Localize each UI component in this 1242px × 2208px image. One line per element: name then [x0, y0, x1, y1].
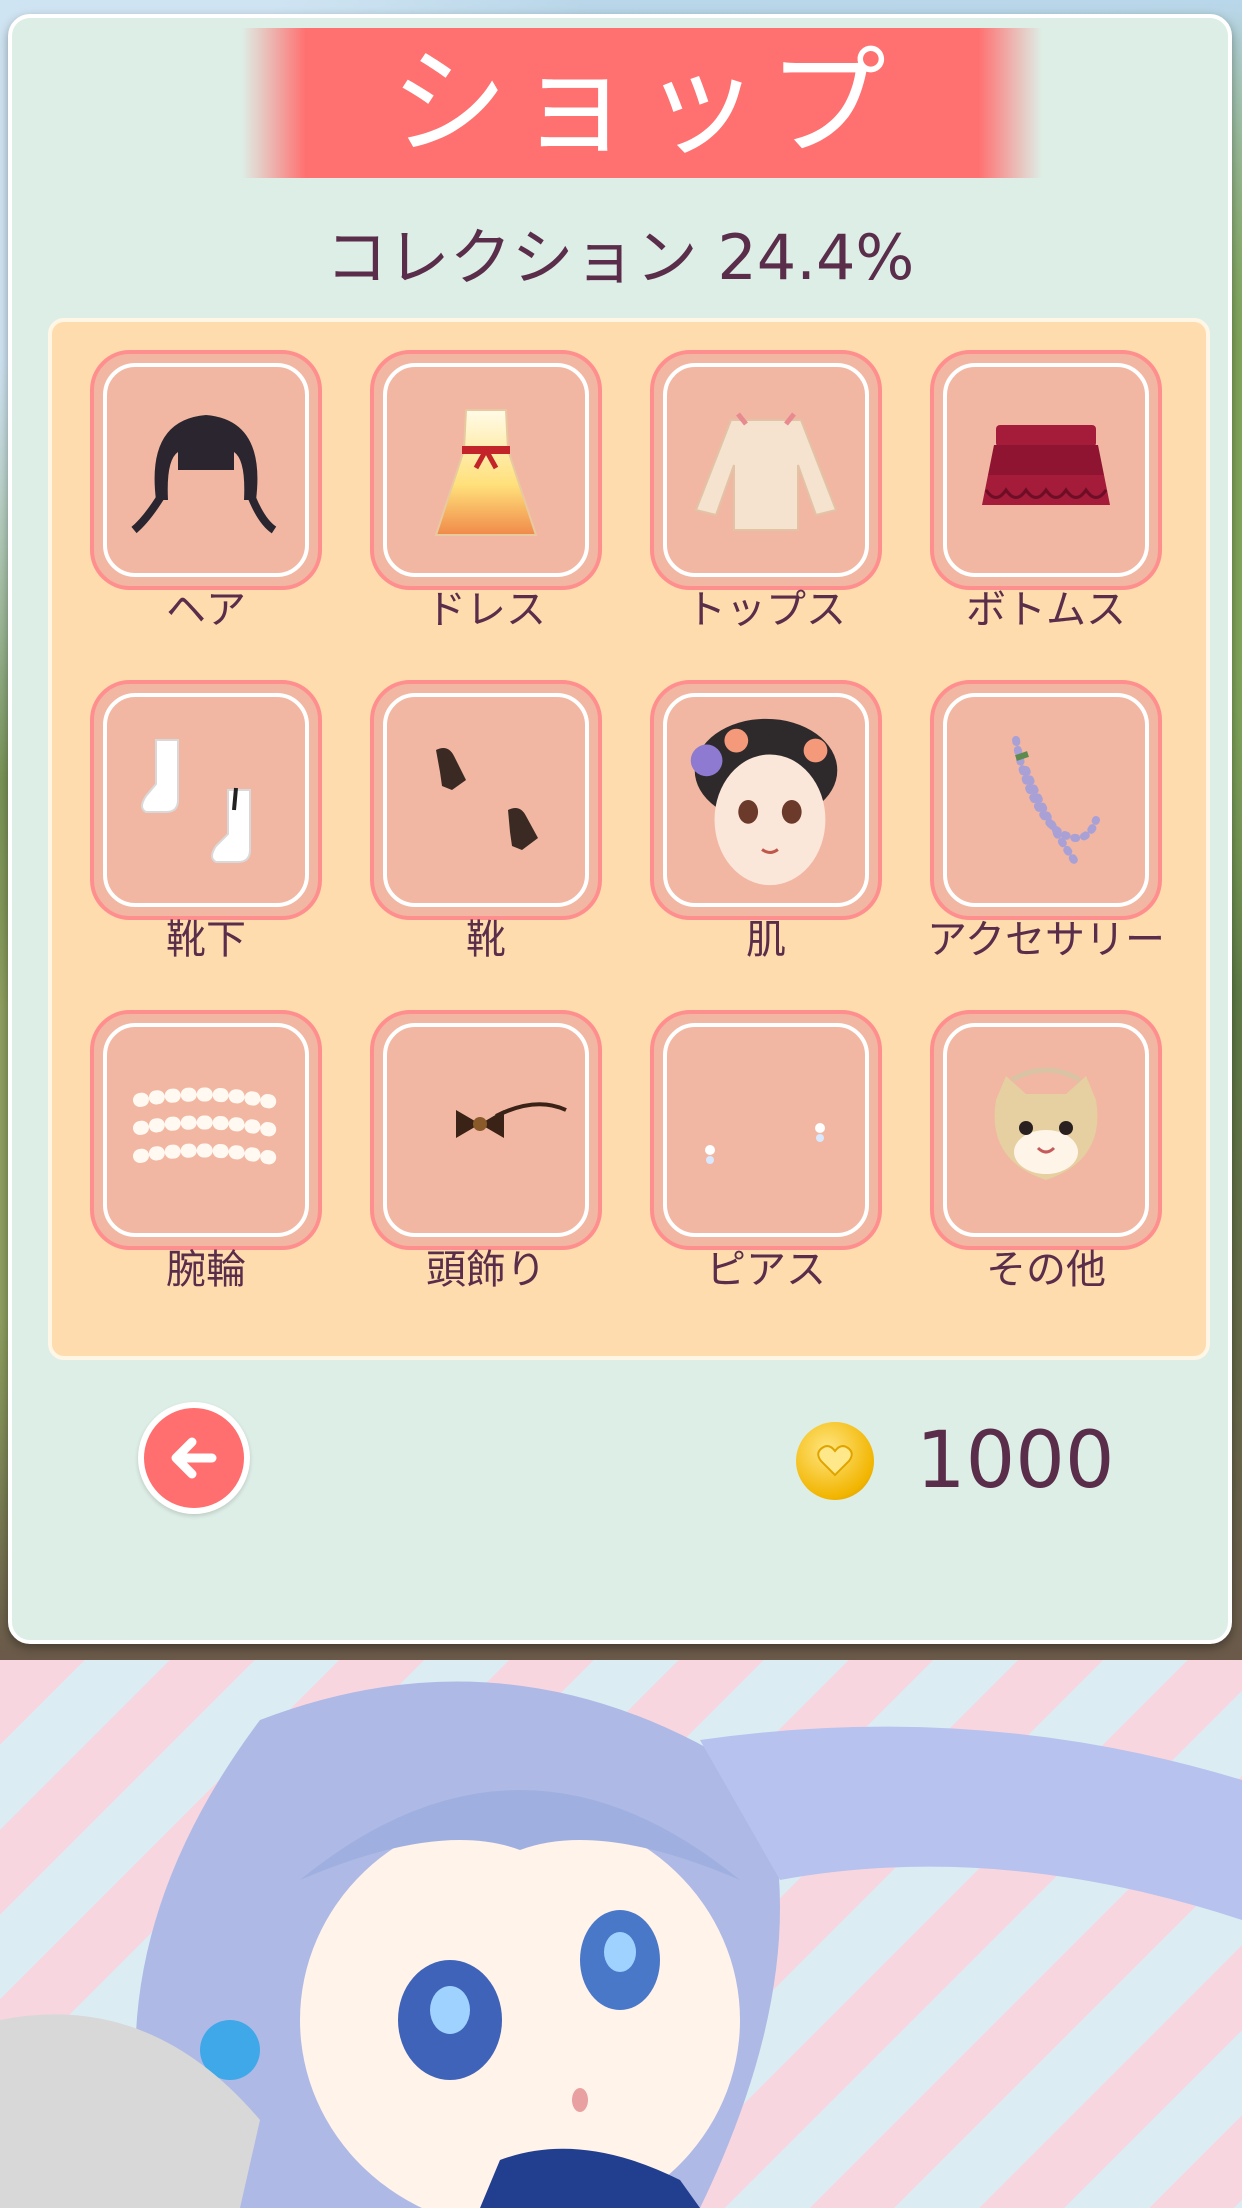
category-shoes[interactable]: 靴: [370, 680, 602, 1010]
hair-icon: [131, 415, 277, 534]
category-label: その他: [986, 1247, 1106, 1293]
category-other[interactable]: その他: [930, 1010, 1162, 1340]
category-dress[interactable]: ドレス: [370, 350, 602, 680]
back-button[interactable]: [138, 1402, 250, 1514]
page-title: ショップ: [389, 34, 894, 172]
category-label: 腕輪: [166, 1247, 246, 1293]
arrow-left-icon: [171, 1437, 217, 1479]
category-label: 肌: [746, 917, 786, 963]
skirt-icon: [982, 425, 1110, 505]
category-label: ボトムス: [966, 587, 1126, 633]
tops-icon: [694, 412, 838, 531]
shoes-icon: [436, 748, 538, 850]
category-label: ピアス: [706, 1247, 826, 1293]
category-skin[interactable]: 肌: [650, 680, 882, 1010]
heart-coin-icon: [796, 1422, 874, 1500]
category-bracelet[interactable]: 腕輪: [90, 1010, 322, 1340]
category-label: ヘア: [166, 587, 246, 633]
title-banner: ショップ: [242, 28, 1042, 178]
cat-bag-icon: [994, 1067, 1098, 1180]
category-socks[interactable]: 靴下: [90, 680, 322, 1010]
earring-icon: [705, 1123, 825, 1164]
category-label: 靴下: [166, 917, 246, 963]
category-tops[interactable]: トップス: [650, 350, 882, 680]
shop-panel: ショップ コレクション 24.4% ヘア ドレス トップス ボトムス 靴下 靴 …: [8, 14, 1232, 1644]
banner-illustration: [0, 1660, 1242, 2208]
dress-icon: [434, 409, 538, 536]
category-label: 頭飾り: [426, 1247, 546, 1293]
category-grid: ヘア ドレス トップス ボトムス 靴下 靴 肌 アクセサリー 腕輪 頭飾り ピア…: [48, 318, 1210, 1360]
category-label: 靴: [466, 917, 506, 963]
socks-icon: [141, 739, 251, 863]
category-label: ドレス: [426, 587, 546, 633]
category-hair[interactable]: ヘア: [90, 350, 322, 680]
category-label: トップス: [686, 587, 846, 633]
category-label: アクセサリー: [927, 917, 1165, 963]
coin-balance: 1000: [916, 1416, 1115, 1506]
skin-icon: [690, 718, 838, 886]
necklace-icon: [1012, 736, 1100, 864]
category-earrings[interactable]: ピアス: [650, 1010, 882, 1340]
category-headpiece[interactable]: 頭飾り: [370, 1010, 602, 1340]
hair-bow-icon: [456, 1102, 567, 1138]
bracelet-icon: [133, 1087, 279, 1165]
category-bottoms[interactable]: ボトムス: [930, 350, 1162, 680]
category-accessory[interactable]: アクセサリー: [927, 680, 1165, 1010]
collection-progress: コレクション 24.4%: [325, 221, 915, 294]
